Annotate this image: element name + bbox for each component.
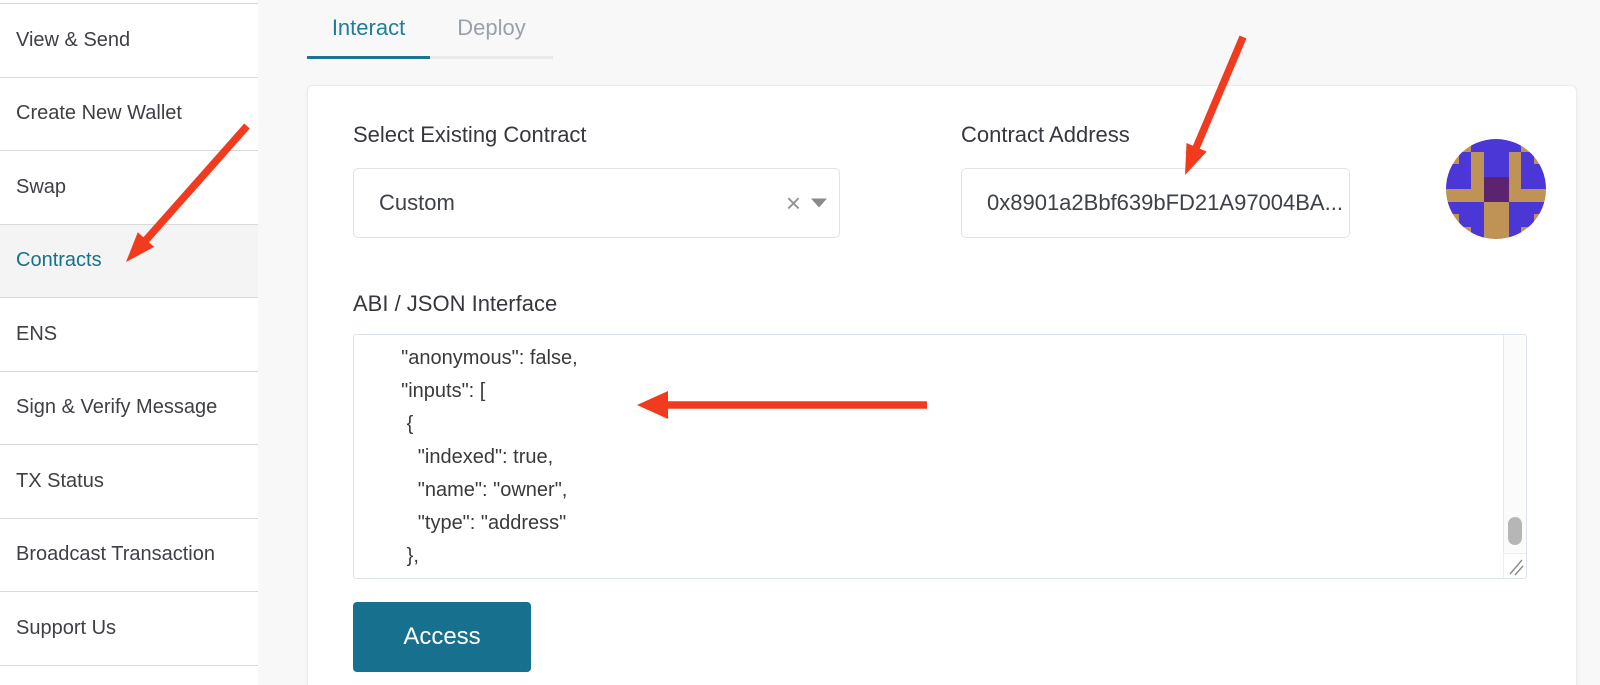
abi-content: { "anonymous": false, "inputs": [ { "ind…: [354, 335, 1503, 578]
sidebar-item-label: Create New Wallet: [16, 102, 182, 125]
contract-address-input[interactable]: [961, 168, 1350, 238]
clear-icon[interactable]: ×: [786, 190, 801, 216]
sidebar-item-label: Support Us: [16, 617, 116, 640]
contract-select-value: Custom: [354, 190, 455, 216]
sidebar: View & Send Create New Wallet Swap Contract…: [0, 0, 258, 685]
contract-select[interactable]: Custom ×: [353, 168, 840, 238]
sidebar-item-label: ENS: [16, 323, 57, 346]
sidebar-item-broadcast-transaction[interactable]: Broadcast Transaction: [0, 519, 258, 593]
sidebar-item-support-us[interactable]: Support Us: [0, 592, 258, 666]
abi-json-interface-label: ABI / JSON Interface: [353, 291, 557, 317]
sidebar-item-label: TX Status: [16, 470, 104, 493]
sidebar-item-view-send[interactable]: View & Send: [0, 4, 258, 78]
content-card: Select Existing Contract Custom × Contra…: [307, 85, 1577, 685]
tab-interact-label: Interact: [332, 15, 405, 41]
sidebar-item-tx-status[interactable]: TX Status: [0, 445, 258, 519]
tab-deploy[interactable]: Deploy: [430, 0, 553, 59]
chevron-down-icon[interactable]: [811, 199, 827, 208]
sidebar-item-swap[interactable]: Swap: [0, 151, 258, 225]
sidebar-item-ens[interactable]: ENS: [0, 298, 258, 372]
tab-deploy-label: Deploy: [457, 15, 525, 41]
access-button[interactable]: Access: [353, 602, 531, 672]
abi-scrollbar-thumb[interactable]: [1508, 517, 1522, 545]
sidebar-item-create-new-wallet[interactable]: Create New Wallet: [0, 78, 258, 152]
select-existing-contract-label: Select Existing Contract: [353, 122, 587, 148]
sidebar-item-label: Sign & Verify Message: [16, 396, 217, 419]
tab-interact[interactable]: Interact: [307, 0, 430, 59]
sidebar-item-label: Contracts: [16, 249, 102, 272]
sidebar-menu: View & Send Create New Wallet Swap Contract…: [0, 3, 258, 666]
sidebar-item-sign-verify-message[interactable]: Sign & Verify Message: [0, 372, 258, 446]
tab-bar: Interact Deploy: [307, 0, 553, 59]
sidebar-item-label: Broadcast Transaction: [16, 543, 215, 566]
contract-address-label: Contract Address: [961, 122, 1130, 148]
sidebar-item-label: View & Send: [16, 29, 130, 52]
resize-handle-icon[interactable]: [1503, 553, 1526, 578]
sidebar-item-label: Swap: [16, 176, 66, 199]
sidebar-item-contracts[interactable]: Contracts: [0, 225, 258, 299]
abi-scrollbar[interactable]: [1503, 335, 1526, 553]
abi-textarea[interactable]: { "anonymous": false, "inputs": [ { "ind…: [353, 334, 1527, 579]
address-identicon-avatar: [1446, 139, 1546, 239]
abi-json-text: { "anonymous": false, "inputs": [ { "ind…: [390, 335, 1503, 573]
